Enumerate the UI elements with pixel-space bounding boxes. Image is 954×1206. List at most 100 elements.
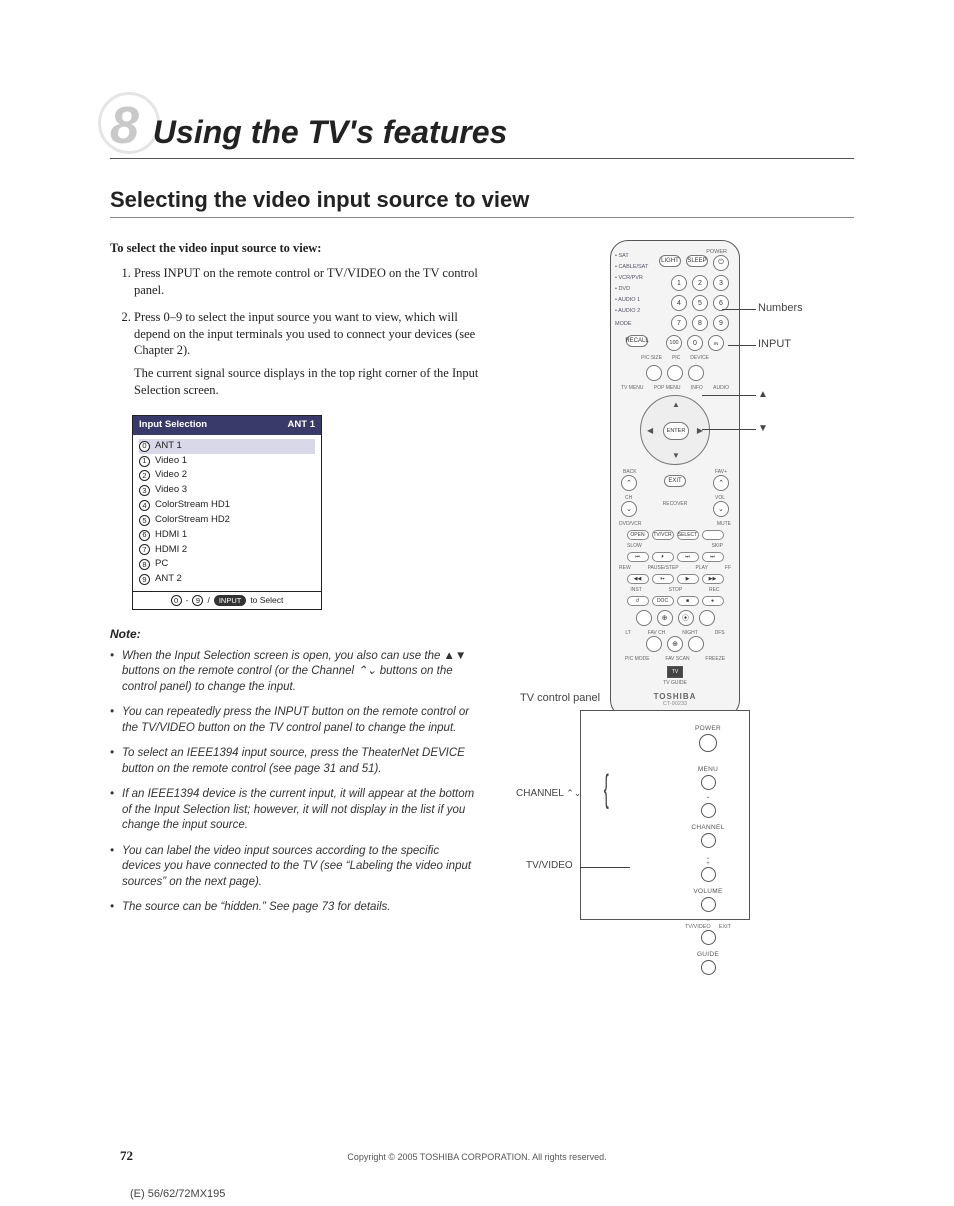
arrow-left-icon: ◀ [647,426,653,435]
footer-dash: - [186,595,189,606]
step-2: Press 0–9 to select the input source you… [134,309,480,399]
audio-label: AUDIO [713,385,729,391]
item-label: HDMI 2 [155,544,187,557]
input-selection-header: Input Selection ANT 1 [133,416,321,435]
picmode-label: PIC MODE [625,656,650,662]
light-button: LIGHT [659,255,681,267]
note-item: You can label the video input sources ac… [110,844,480,891]
night-button: ⦿ [678,610,694,626]
info-label: INFO [691,385,703,391]
freeze-button [688,636,704,652]
favch-label: FAV CH [648,630,666,636]
skip-label: SKIP [712,543,723,549]
number-7-button: 7 [671,315,687,331]
dvdvcr-label: DVD/VCR [619,521,642,527]
number-0-button: 0 [687,335,703,351]
rec-button: ● [702,596,724,606]
picsize-label: PIC SIZE [641,355,662,361]
tvp-power-label: POWER [685,725,731,732]
footer-input-button-icon: INPUT [214,595,247,606]
brace-icon: { [604,768,609,811]
callout-tvvideo-label: TV/VIDEO [526,860,573,871]
chapter-number: 8 [110,100,139,152]
vol-up-button: ⌃ [713,475,729,491]
list-item: 9ANT 2 [139,572,315,587]
note-heading: Note: [110,626,480,642]
procedure-steps: Press INPUT on the remote control or TV/… [110,265,480,399]
number-3-button: 3 [713,275,729,291]
dpad: ▲ ▼ ◀ ▶ ENTER [640,395,710,465]
tvp-tvvideo-label: TV/VIDEO [685,924,711,930]
chevron-down-icon: ⌄ [685,854,731,861]
tvmenu-label: TV MENU [621,385,644,391]
small-button [667,365,683,381]
mode-label: • DVD [615,284,648,295]
note-item: You can repeatedly press the INPUT butto… [110,705,480,736]
picmode-button [646,636,662,652]
mode-key-label: MODE [615,319,648,330]
input-selection-list: 0ANT 1 1Video 1 2Video 2 3Video 3 4Color… [133,435,321,591]
note-item: To select an IEEE1394 input source, pres… [110,746,480,777]
item-number-icon: 4 [139,500,150,511]
list-item: 2Video 2 [139,468,315,483]
tvp-menu-label: MENU [685,766,731,773]
hundred-button: 100 [666,335,682,351]
item-number-icon: 8 [139,559,150,570]
step-2-paragraph: The current signal source displays in th… [134,365,480,399]
tvvcr-button: TV/VCR [652,530,674,540]
small-button [646,365,662,381]
list-item: 3Video 3 [139,483,315,498]
list-item: 1Video 1 [139,454,315,469]
tvp-ch-down-button [701,833,716,848]
content-columns: To select the video input source to view… [110,240,854,926]
tvp-power-button [699,734,717,752]
ch-up-button: ⌃ [621,475,637,491]
number-9-button: 9 [713,315,729,331]
chapter-header: 8 Using the TV's features [110,100,854,159]
note-item: If an IEEE1394 device is the current inp… [110,787,480,834]
callout-channel-label: CHANNEL [516,788,563,799]
pause-button: ⏸▸ [652,574,674,584]
item-number-icon: 7 [139,544,150,555]
power-button-icon: ⏻ [713,255,729,271]
freeze-label: FREEZE [705,656,725,662]
tvp-tvvideo-button [701,930,716,945]
number-1-button: 1 [671,275,687,291]
copyright: Copyright © 2005 TOSHIBA CORPORATION. Al… [0,1152,954,1162]
mute-label: MUTE [717,521,731,527]
footer-range-start-icon: 0 [171,595,182,606]
exit-button: EXIT [664,475,686,487]
left-column: To select the video input source to view… [110,240,480,926]
pic-label: PIC [672,355,680,361]
skip-fwd-icon: ⏭ [677,552,699,562]
input-selection-title: Input Selection [139,419,207,432]
number-4-button: 4 [671,295,687,311]
note-item: When the Input Selection screen is open,… [110,649,480,696]
input-button: IN [708,335,724,351]
popmenu-label: POP MENU [654,385,681,391]
note-list: When the Input Selection screen is open,… [110,649,480,916]
number-5-button: 5 [692,295,708,311]
input-selection-current: ANT 1 [288,419,315,432]
small-button [688,365,704,381]
item-label: Video 2 [155,469,187,482]
vol-down-button: ⌄ [713,501,729,517]
rew-button: ◀◀ [627,574,649,584]
list-item: 7 HDMI 2 [139,543,315,558]
mode-label: • VCR/PVR [615,273,648,284]
tv-panel-illustration: POWER MENU ⌃ CHANNEL ⌄ + VOLUME − TV/VID… [580,710,750,920]
note-item: The source can be “hidden.” See page 73 … [110,900,480,916]
arrow-down-icon: ▼ [758,423,768,434]
favscan-button: ⊕ [667,636,683,652]
list-item: 8PC [139,557,315,572]
mode-label: • SAT [615,251,648,262]
skip-back-button: ⏮ [627,552,649,562]
arrow-right-icon: ▶ [697,426,703,435]
item-number-icon: 6 [139,530,150,541]
item-number-icon: 9 [139,574,150,585]
section-title: Selecting the video input source to view [110,187,854,218]
callout-numbers: Numbers [758,302,803,314]
step-1: Press INPUT on the remote control or TV/… [134,265,480,299]
arrow-up-icon: ▲ [758,389,768,400]
ff-button: ▶▶ [702,574,724,584]
